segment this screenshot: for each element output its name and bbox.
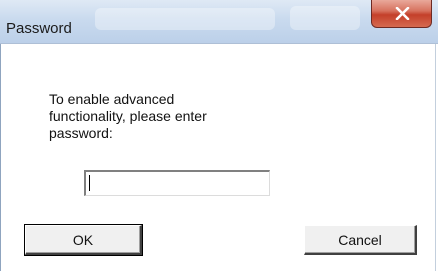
cancel-button[interactable]: Cancel [304,225,417,255]
password-dialog: Password To enable advanced functionalit… [0,0,438,271]
close-icon [395,7,410,20]
title-bar-reflection [95,8,275,30]
close-button[interactable] [371,0,432,28]
dialog-title: Password [6,20,72,37]
password-input[interactable] [84,170,270,196]
text-caret [89,175,90,191]
password-prompt-text: To enable advanced functionality, please… [49,91,207,141]
title-bar[interactable]: Password [0,0,438,44]
ok-button[interactable]: OK [24,224,143,256]
title-bar-reflection [290,6,360,30]
